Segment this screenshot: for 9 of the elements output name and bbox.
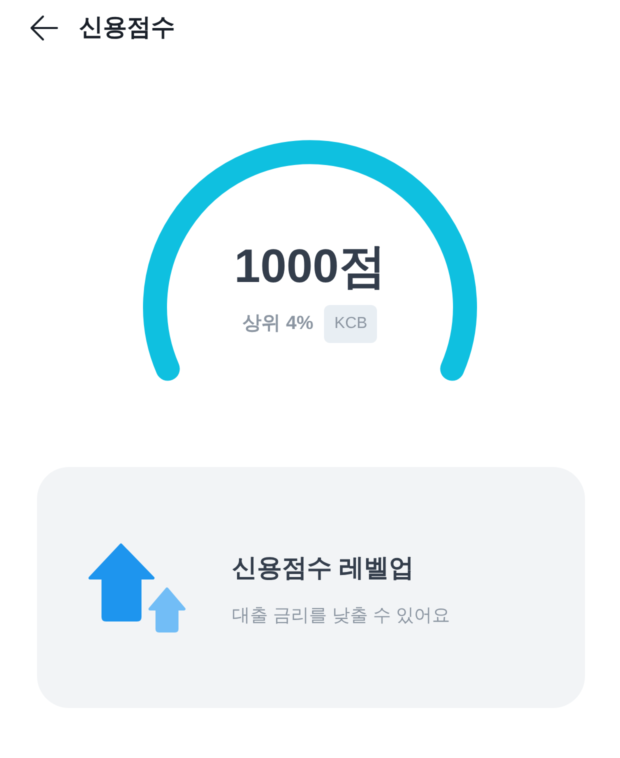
page-title: 신용점수 [79,13,175,43]
levelup-card[interactable]: 신용점수 레벨업 대출 금리를 낮출 수 있어요 [37,467,585,708]
up-arrows-icon [88,542,186,632]
bureau-badge: KCB [324,305,378,343]
credit-score: 1000점 [234,239,386,293]
card-title: 신용점수 레벨업 [232,553,415,584]
card-subtitle: 대출 금리를 낮출 수 있어요 [232,604,450,627]
rank-percentile: 상위 4% [242,312,314,336]
back-arrow-icon[interactable] [30,15,58,41]
